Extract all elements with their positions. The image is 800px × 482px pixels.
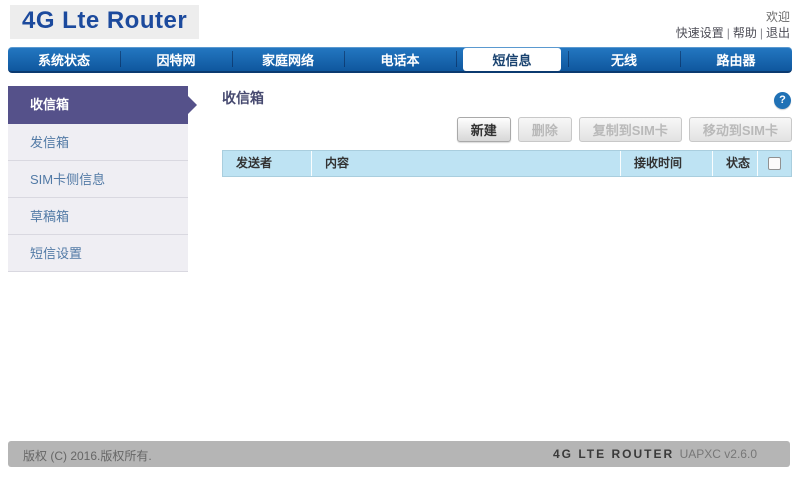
toolbar: 新建 删除 复制到SIM卡 移动到SIM卡 <box>222 117 792 142</box>
welcome-text: 欢迎 <box>765 10 790 24</box>
help-icon[interactable]: ? <box>774 92 791 109</box>
content-layout: 收信箱 发信箱 SIM卡侧信息 草稿箱 短信设置 收信箱 ? 新建 删除 复制到… <box>8 86 792 272</box>
column-header-checkbox <box>757 151 791 176</box>
tab-sms[interactable]: 短信息 <box>456 47 568 71</box>
main-content: 收信箱 ? 新建 删除 复制到SIM卡 移动到SIM卡 发送者 内容 接收时间 … <box>222 86 792 272</box>
tab-sms-active-pill: 短信息 <box>462 47 562 71</box>
select-all-checkbox[interactable] <box>768 157 781 170</box>
header: 4G Lte Router 欢迎 快速设置 | 帮助 | 退出 <box>8 0 792 47</box>
link-separator: | <box>726 26 730 40</box>
footer-brand: 4G LTE ROUTER <box>553 447 675 461</box>
tab-internet[interactable]: 因特网 <box>120 47 232 71</box>
new-button[interactable]: 新建 <box>456 117 511 142</box>
sidebar-item-drafts[interactable]: 草稿箱 <box>8 198 188 235</box>
table-header-row: 发送者 内容 接收时间 状态 <box>223 151 791 176</box>
move-to-sim-button[interactable]: 移动到SIM卡 <box>688 117 792 142</box>
main-nav: 系统状态 因特网 家庭网络 电话本 短信息 无线 路由器 <box>8 47 792 73</box>
tab-router[interactable]: 路由器 <box>680 47 792 71</box>
link-separator: | <box>759 26 763 40</box>
help-link[interactable]: 帮助 <box>733 26 757 40</box>
sidebar-item-sms-settings[interactable]: 短信设置 <box>8 235 188 272</box>
delete-button[interactable]: 删除 <box>517 117 572 142</box>
sidebar-item-sim-messages[interactable]: SIM卡侧信息 <box>8 161 188 198</box>
quick-setup-link[interactable]: 快速设置 <box>676 26 724 40</box>
column-header-status: 状态 <box>712 151 757 176</box>
tab-system-status[interactable]: 系统状态 <box>8 47 120 71</box>
column-header-content: 内容 <box>311 151 620 176</box>
top-right-area: 欢迎 快速设置 | 帮助 | 退出 <box>676 9 790 41</box>
footer: 版权 (C) 2016.版权所有. 4G LTE ROUTER UAPXC v2… <box>8 441 790 467</box>
page: 4G Lte Router 欢迎 快速设置 | 帮助 | 退出 系统状态 因特网 家庭网… <box>0 0 800 482</box>
logout-link[interactable]: 退出 <box>766 26 790 40</box>
tab-home-network[interactable]: 家庭网络 <box>232 47 344 71</box>
tab-phonebook[interactable]: 电话本 <box>344 47 456 71</box>
tab-wireless[interactable]: 无线 <box>568 47 680 71</box>
column-header-receive-time: 接收时间 <box>620 151 712 176</box>
sidebar: 收信箱 发信箱 SIM卡侧信息 草稿箱 短信设置 <box>8 86 197 272</box>
message-table: 发送者 内容 接收时间 状态 <box>222 150 792 177</box>
column-header-sender: 发送者 <box>236 156 273 170</box>
logo: 4G Lte Router <box>10 5 200 39</box>
sidebar-item-inbox[interactable]: 收信箱 <box>8 86 197 124</box>
page-title: 收信箱 <box>222 90 264 106</box>
quick-links: 快速设置 | 帮助 | 退出 <box>676 25 790 41</box>
copy-to-sim-button[interactable]: 复制到SIM卡 <box>578 117 682 142</box>
firmware-version: UAPXC v2.6.0 <box>679 447 757 461</box>
copyright-text: 版权 (C) 2016.版权所有. <box>23 449 152 463</box>
sidebar-item-outbox[interactable]: 发信箱 <box>8 124 188 161</box>
